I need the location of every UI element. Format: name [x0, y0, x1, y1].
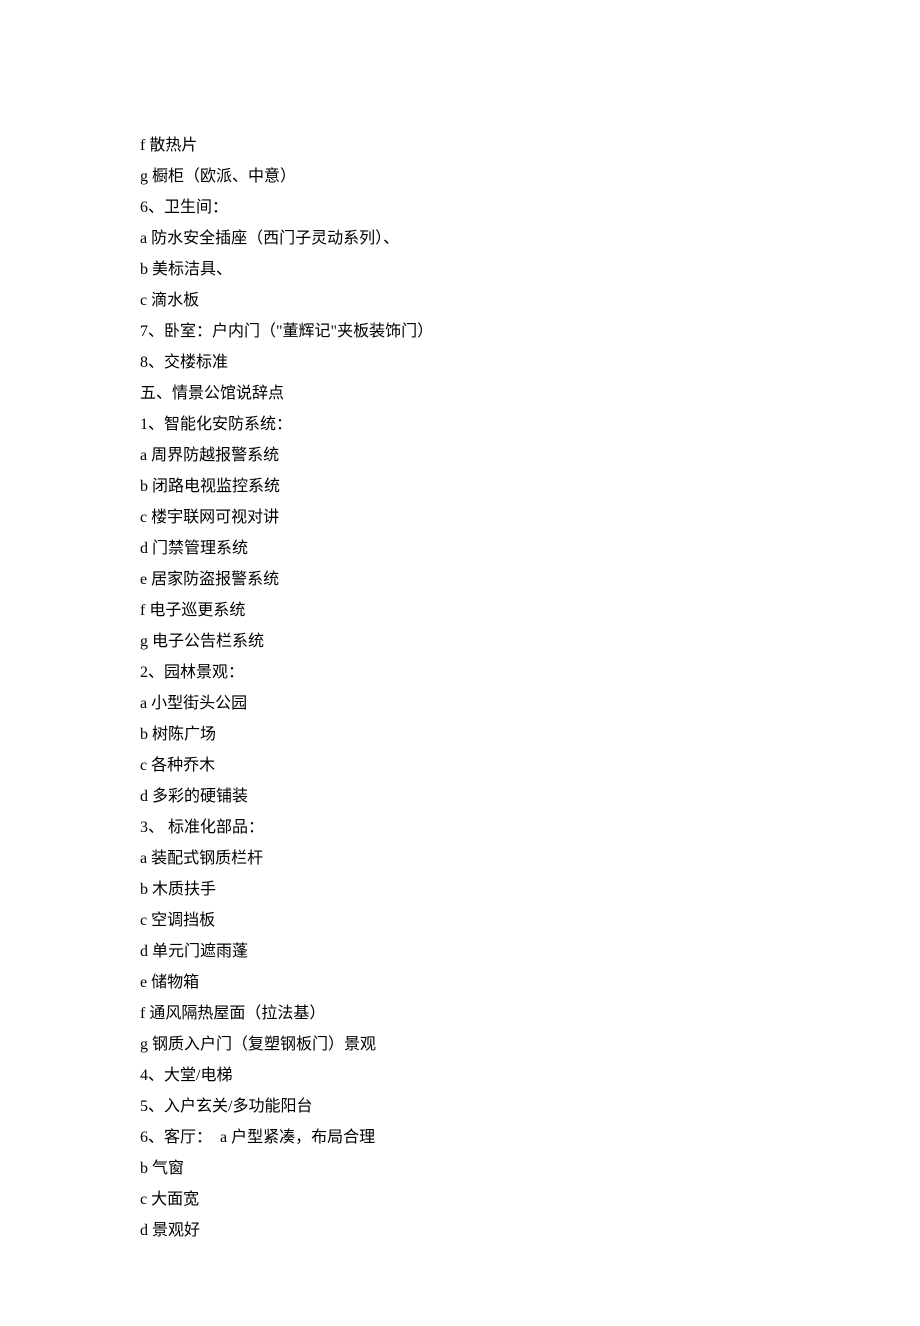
- text-line: 1、智能化安防系统：: [140, 409, 780, 440]
- text-line: 2、园林景观：: [140, 657, 780, 688]
- text-line: 6、客厅： a 户型紧凑，布局合理: [140, 1122, 780, 1153]
- text-line: 8、交楼标准: [140, 347, 780, 378]
- text-line: g 钢质入户门（复塑钢板门）景观: [140, 1029, 780, 1060]
- text-line: c 楼宇联网可视对讲: [140, 502, 780, 533]
- text-line: c 滴水板: [140, 285, 780, 316]
- text-line: 6、卫生间：: [140, 192, 780, 223]
- text-line: g 橱柜（欧派、中意）: [140, 161, 780, 192]
- text-line: b 木质扶手: [140, 874, 780, 905]
- text-line: 五、情景公馆说辞点: [140, 378, 780, 409]
- text-line: c 各种乔木: [140, 750, 780, 781]
- text-line: g 电子公告栏系统: [140, 626, 780, 657]
- text-line: d 单元门遮雨蓬: [140, 936, 780, 967]
- text-line: f 散热片: [140, 130, 780, 161]
- text-line: a 小型街头公园: [140, 688, 780, 719]
- text-line: c 空调挡板: [140, 905, 780, 936]
- text-line: e 储物箱: [140, 967, 780, 998]
- text-line: 3、 标准化部品：: [140, 812, 780, 843]
- text-line: c 大面宽: [140, 1184, 780, 1215]
- text-line: f 电子巡更系统: [140, 595, 780, 626]
- text-line: a 防水安全插座（西门子灵动系列）、: [140, 223, 780, 254]
- text-line: d 门禁管理系统: [140, 533, 780, 564]
- text-line: 4、大堂/电梯: [140, 1060, 780, 1091]
- text-line: d 多彩的硬铺装: [140, 781, 780, 812]
- text-line: b 树陈广场: [140, 719, 780, 750]
- text-line: e 居家防盗报警系统: [140, 564, 780, 595]
- text-line: a 装配式钢质栏杆: [140, 843, 780, 874]
- text-line: 5、入户玄关/多功能阳台: [140, 1091, 780, 1122]
- text-line: f 通风隔热屋面（拉法基）: [140, 998, 780, 1029]
- text-line: b 气窗: [140, 1153, 780, 1184]
- text-line: d 景观好: [140, 1215, 780, 1246]
- document-page: f 散热片 g 橱柜（欧派、中意） 6、卫生间： a 防水安全插座（西门子灵动系…: [0, 0, 920, 1326]
- text-line: a 周界防越报警系统: [140, 440, 780, 471]
- text-line: b 闭路电视监控系统: [140, 471, 780, 502]
- text-line: b 美标洁具、: [140, 254, 780, 285]
- text-line: 7、卧室：户内门（"董辉记"夹板装饰门）: [140, 316, 780, 347]
